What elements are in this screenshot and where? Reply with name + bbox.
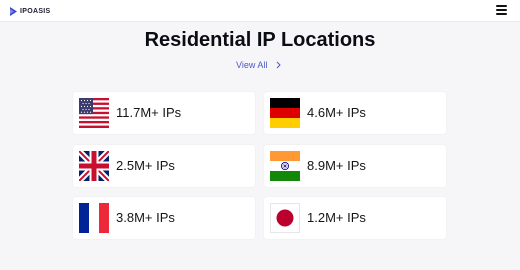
brand-name: IPOASIS <box>20 7 51 15</box>
uk-flag-icon <box>79 151 109 181</box>
view-all-label: View All <box>236 60 268 70</box>
ip-count-germany: 4.6M+ IPs <box>307 105 366 120</box>
brand-logo[interactable]: IPOASIS <box>10 5 51 17</box>
page-title: Residential IP Locations <box>144 29 376 51</box>
location-card-uk[interactable]: 2.5M+ IPs <box>73 145 255 187</box>
ip-count-india: 8.9M+ IPs <box>307 158 366 173</box>
ipoasis-logo-icon <box>10 6 17 16</box>
ip-count-usa: 11.7M+ IPs <box>116 105 182 120</box>
ip-count-uk: 2.5M+ IPs <box>116 158 175 173</box>
location-card-germany[interactable]: 4.6M+ IPs <box>264 92 446 134</box>
top-navigation-bar: IPOASIS <box>0 0 520 22</box>
location-card-usa[interactable]: 11.7M+ IPs <box>73 92 255 134</box>
india-flag-icon <box>270 151 300 181</box>
france-flag-icon <box>79 203 109 233</box>
location-card-japan[interactable]: 1.2M+ IPs <box>264 197 446 239</box>
ip-count-japan: 1.2M+ IPs <box>307 210 366 225</box>
ip-count-france: 3.8M+ IPs <box>116 210 175 225</box>
germany-flag-icon <box>270 98 300 128</box>
hamburger-menu-icon[interactable] <box>496 5 507 15</box>
location-card-india[interactable]: 8.9M+ IPs <box>264 145 446 187</box>
location-card-france[interactable]: 3.8M+ IPs <box>73 197 255 239</box>
japan-flag-icon <box>270 203 300 233</box>
usa-flag-icon <box>79 98 109 128</box>
chevron-right-icon <box>277 61 282 69</box>
view-all-link[interactable]: View All <box>236 59 282 71</box>
